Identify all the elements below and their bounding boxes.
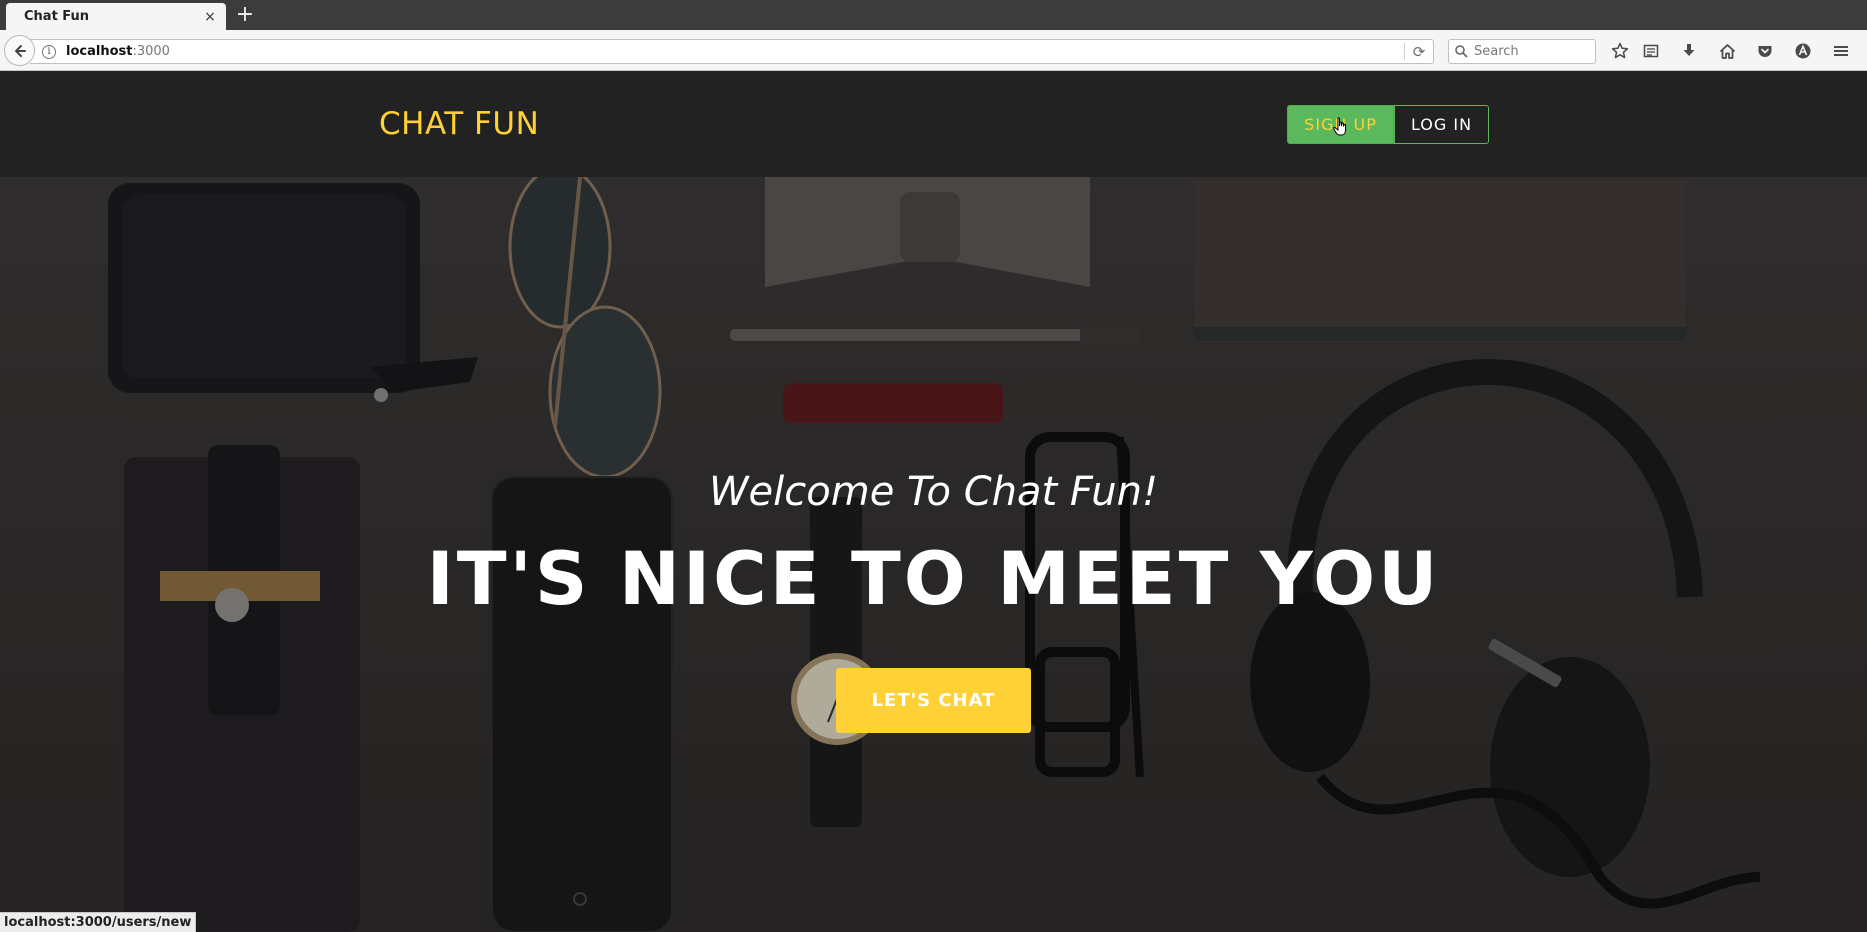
account-icon[interactable] [1793,41,1813,61]
reading-list-icon[interactable] [1641,41,1661,61]
new-tab-button[interactable]: + [234,4,256,26]
hand-cursor-icon [1333,117,1346,136]
site-header: CHAT FUN SIGN UP LOG IN [0,71,1867,177]
tab-title: Chat Fun [24,9,90,24]
download-icon[interactable] [1679,41,1699,61]
browser-status-bar: localhost:3000/users/new [0,912,197,932]
hero-welcome-text: Welcome To Chat Fun! [708,469,1159,515]
url-text: localhost:3000 [66,44,1404,59]
hero-headline: IT'S NICE TO MEET YOU [426,537,1441,622]
lets-chat-button[interactable]: LET'S CHAT [836,668,1031,733]
menu-icon[interactable] [1831,41,1851,61]
home-icon[interactable] [1717,41,1737,61]
site-info-icon[interactable]: i [42,44,56,59]
close-tab-icon[interactable]: × [202,9,218,25]
hero-section: Welcome To Chat Fun! IT'S NICE TO MEET Y… [0,177,1867,932]
pocket-icon[interactable] [1755,41,1775,61]
bookmark-star-icon[interactable] [1610,41,1630,61]
search-input[interactable] [1474,44,1584,59]
browser-nav-bar: i localhost:3000 ⟳ [0,30,1867,71]
browser-search-box[interactable] [1448,39,1596,64]
back-arrow-icon [14,44,26,57]
url-host: localhost [66,44,133,59]
browser-tab-strip: Chat Fun × + [0,0,1867,30]
search-icon [1455,45,1468,58]
login-button[interactable]: LOG IN [1394,105,1489,144]
address-bar[interactable]: i localhost:3000 ⟳ [30,39,1434,64]
browser-tab[interactable]: Chat Fun × [6,3,226,30]
brand-logo[interactable]: CHAT FUN [379,106,539,142]
url-port: :3000 [132,44,170,59]
back-button[interactable] [4,35,35,66]
reload-icon[interactable]: ⟳ [1405,43,1433,61]
